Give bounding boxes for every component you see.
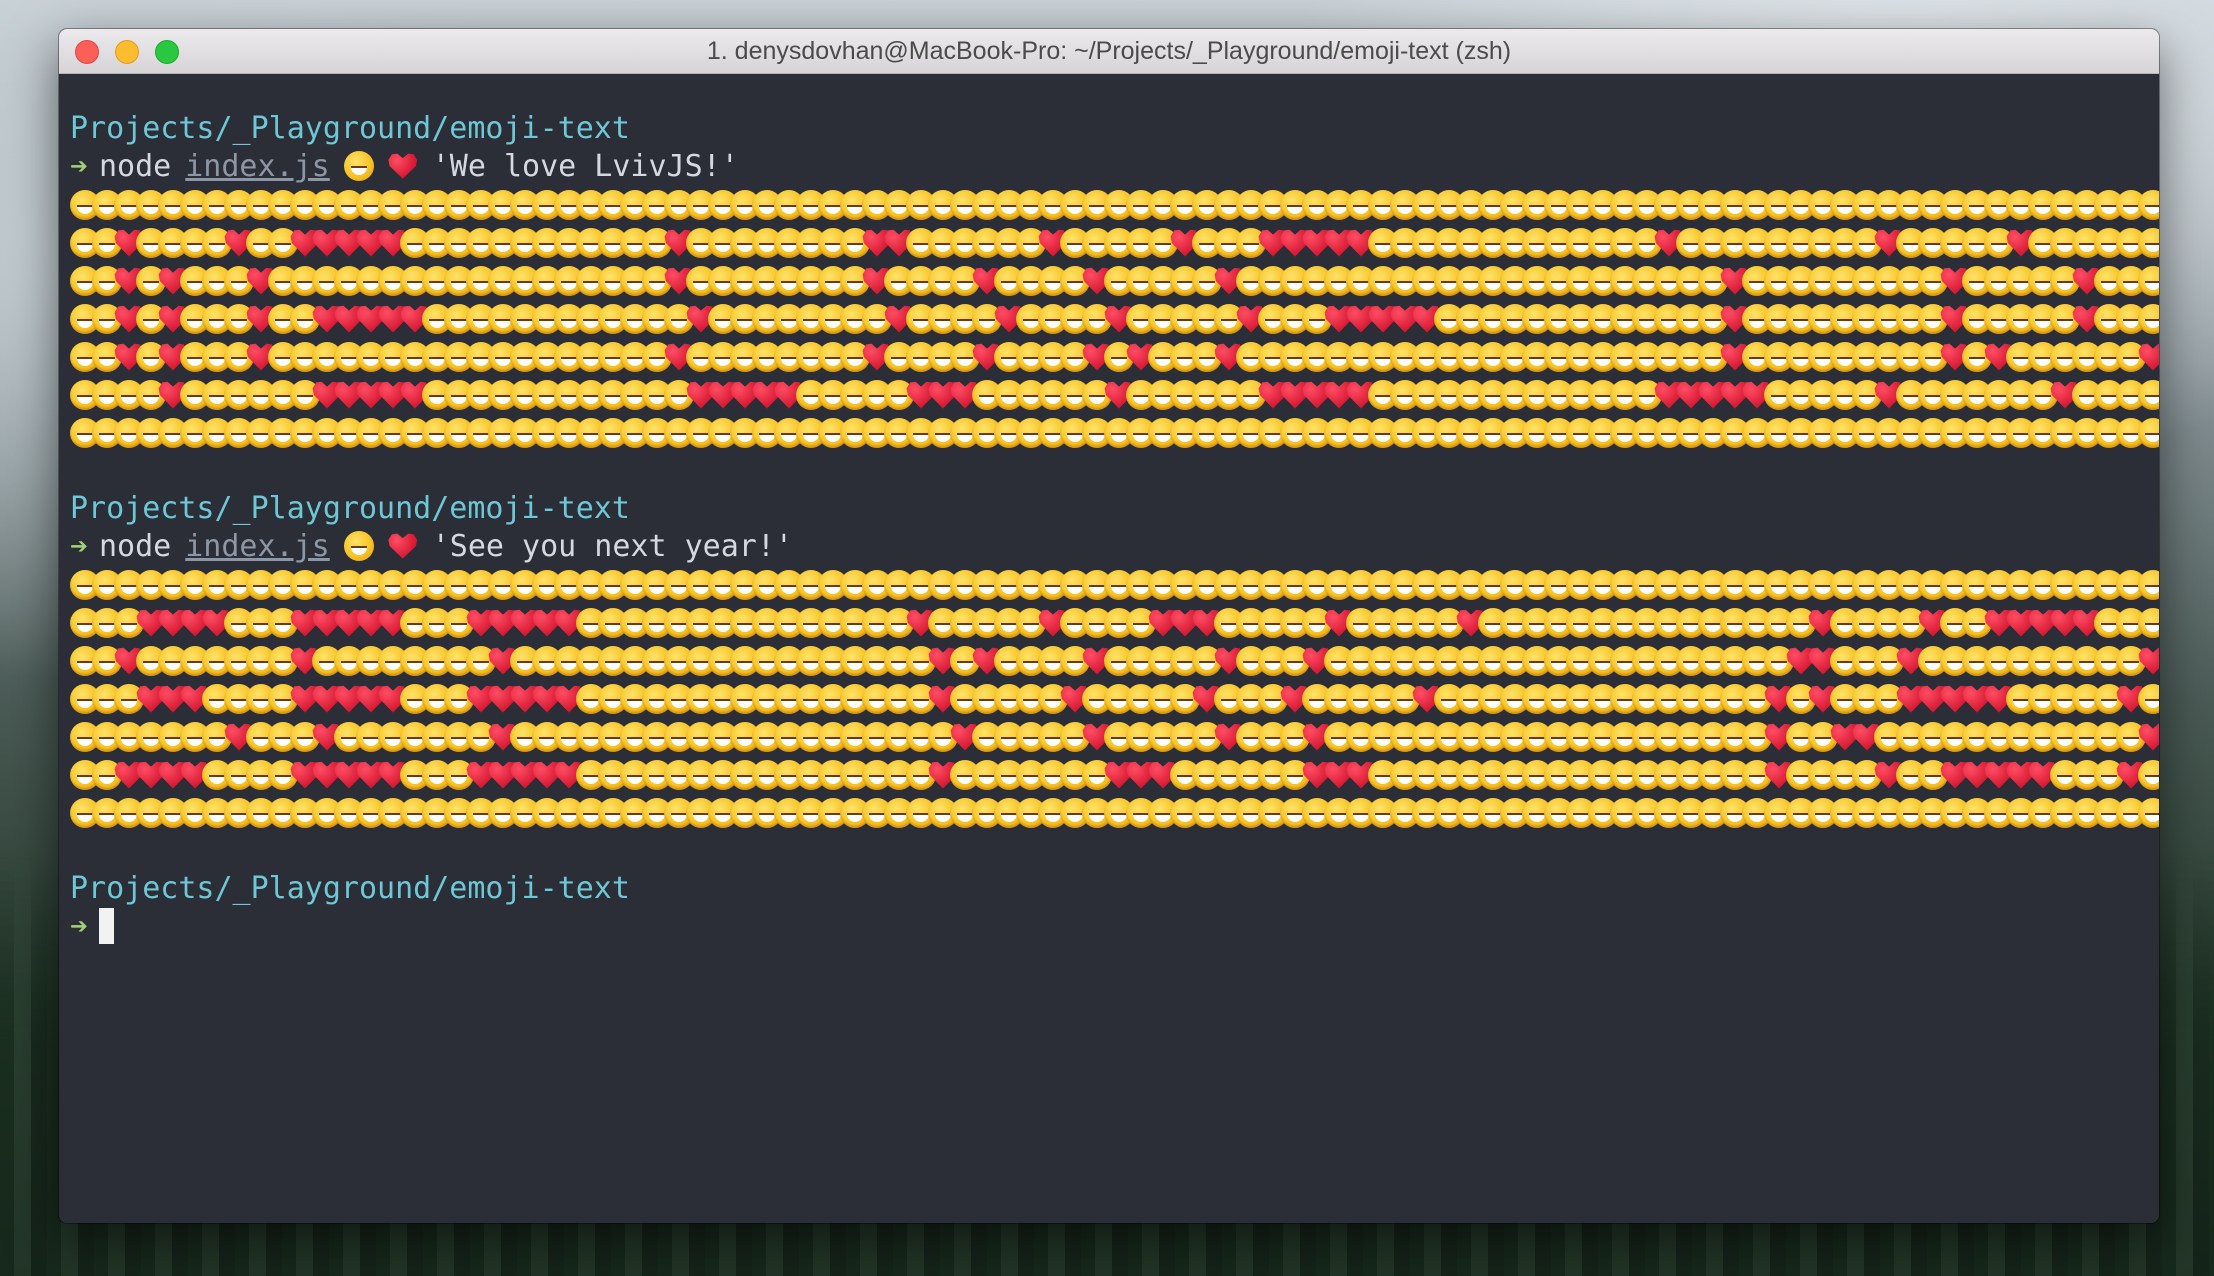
prompt-arrow-icon: ➔ — [70, 149, 89, 184]
emoji-banner-row — [70, 642, 2159, 680]
emoji-banner-row — [70, 718, 2159, 756]
red-heart-icon — [388, 153, 418, 179]
emoji-banner-row — [70, 680, 2159, 718]
red-heart-icon — [388, 533, 418, 559]
grinning-face-icon — [2138, 684, 2159, 714]
emoji-banner-row — [70, 414, 2159, 452]
emoji-banner-row — [70, 604, 2159, 642]
grinning-face-icon — [2138, 760, 2159, 790]
grinning-face-icon — [343, 151, 374, 181]
emoji-banner-row — [70, 794, 2159, 832]
command-line: ➔ node index.js 'See you next year!' — [70, 528, 2159, 566]
prompt-path: Projects/_Playground/emoji-text — [70, 491, 630, 526]
prompt-arrow-icon: ➔ — [70, 909, 89, 944]
command-argument: index.js — [185, 529, 330, 564]
emoji-banner-row — [70, 376, 2159, 414]
emoji-banner-row — [70, 300, 2159, 338]
command-argument: index.js — [185, 149, 330, 184]
emoji-banner — [70, 186, 2159, 452]
emoji-banner-row — [70, 186, 2159, 224]
window-title: 1. denysdovhan@MacBook-Pro: ~/Projects/_… — [706, 37, 1512, 65]
emoji-banner — [70, 566, 2159, 832]
prompt-arrow-icon: ➔ — [70, 529, 89, 564]
terminal-output[interactable]: Projects/_Playground/emoji-text ➔ node ind… — [59, 74, 2159, 1223]
emoji-banner-row — [70, 224, 2159, 262]
command-name: node — [99, 149, 172, 184]
grinning-face-icon — [343, 531, 374, 561]
input-line[interactable]: ➔ — [70, 908, 2159, 946]
prompt-path: Projects/_Playground/emoji-text — [70, 111, 630, 146]
command-string: 'We love LvivJS!' — [431, 149, 739, 184]
emoji-banner-row — [70, 262, 2159, 300]
emoji-banner-row — [70, 338, 2159, 376]
terminal-window[interactable]: 1. denysdovhan@MacBook-Pro: ~/Projects/_… — [59, 29, 2159, 1223]
emoji-banner-row — [70, 566, 2159, 604]
window-titlebar[interactable]: 1. denysdovhan@MacBook-Pro: ~/Projects/_… — [59, 29, 2159, 74]
command-name: node — [99, 529, 172, 564]
command-string: 'See you next year!' — [431, 529, 793, 564]
command-line: ➔ node index.js 'We love LvivJS!' — [70, 148, 2159, 186]
text-cursor[interactable] — [99, 908, 114, 944]
emoji-banner-row — [70, 756, 2159, 794]
prompt-path: Projects/_Playground/emoji-text — [70, 871, 630, 906]
